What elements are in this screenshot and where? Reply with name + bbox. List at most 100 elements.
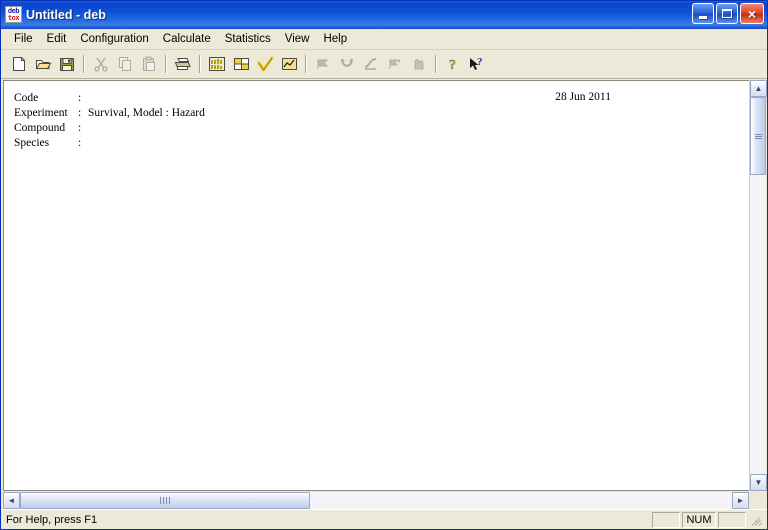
close-icon: × <box>747 5 757 22</box>
menu-item-calculate[interactable]: Calculate <box>156 31 218 48</box>
menu-item-statistics[interactable]: Statistics <box>218 31 278 48</box>
copy-icon <box>119 57 131 71</box>
document-colon-compound: : <box>78 122 82 134</box>
window-client-area: File Edit Configuration Calculate Statis… <box>1 28 767 529</box>
curve-u-icon <box>340 58 353 67</box>
scissors-icon <box>94 57 108 72</box>
document-label-code: Code <box>14 92 39 104</box>
scroll-up-button[interactable]: ▲ <box>750 80 767 97</box>
menu-item-file[interactable]: File <box>7 31 40 48</box>
document-row-experiment: Experiment : Survival, Model : Hazard <box>14 106 739 121</box>
data-text-icon <box>209 57 225 71</box>
scroll-left-button[interactable]: ◄ <box>3 492 20 509</box>
menu-item-help[interactable]: Help <box>316 31 354 48</box>
status-bar: For Help, press F1 NUM <box>1 509 767 529</box>
close-button[interactable]: × <box>740 3 764 24</box>
paste-button[interactable] <box>137 53 161 76</box>
curve-2-button[interactable] <box>335 53 359 76</box>
svg-text:?: ? <box>477 56 483 68</box>
document-content: 28 Jun 2011 Code : Experiment : Survival… <box>14 91 739 151</box>
print-button[interactable] <box>171 53 195 76</box>
toolbar: ? ? <box>1 50 767 79</box>
copy-button[interactable] <box>113 53 137 76</box>
arrow-question-icon: ? <box>470 56 483 70</box>
horizontal-scroll-track[interactable] <box>20 492 732 509</box>
curve-1-button[interactable] <box>311 53 335 76</box>
document-colon-code: : <box>78 92 82 104</box>
horizontal-scrollbar[interactable]: ◄ ► <box>3 492 766 509</box>
save-document-button[interactable] <box>55 53 79 76</box>
maximize-button[interactable] <box>716 3 738 24</box>
caption-buttons: × <box>692 3 764 24</box>
document-label-experiment: Experiment <box>14 107 68 119</box>
curve-3-button[interactable] <box>359 53 383 76</box>
status-pane-1 <box>652 511 680 528</box>
horizontal-scroll-thumb[interactable] <box>20 492 310 509</box>
document-row-code: Code : <box>14 91 739 106</box>
curve-marker-icon <box>389 59 400 69</box>
debtox-app-icon[interactable]: deb tox <box>5 6 22 23</box>
toolbar-separator-1 <box>83 55 85 73</box>
chevron-right-icon: ► <box>736 495 745 505</box>
menu-bar: File Edit Configuration Calculate Statis… <box>1 29 767 50</box>
plot-chart-icon <box>281 58 297 70</box>
checkmark-icon <box>256 55 274 72</box>
document-row: 28 Jun 2011 Code : Experiment : Survival… <box>3 80 767 491</box>
scrollbar-corner <box>749 492 766 509</box>
chevron-left-icon: ◄ <box>7 495 16 505</box>
context-help-button[interactable]: ? <box>465 53 489 76</box>
chevron-up-icon: ▲ <box>754 83 763 93</box>
question-mark-icon: ? <box>449 58 456 72</box>
curve-flag-icon <box>317 59 328 69</box>
curve-wave-icon <box>364 58 376 70</box>
floppy-disk-icon <box>60 58 74 71</box>
app-icon-line2: tox <box>7 13 20 22</box>
document-row-compound: Compound : <box>14 121 739 136</box>
scroll-thumb-grip-icon <box>159 495 171 507</box>
data-text-button[interactable] <box>205 53 229 76</box>
document-value-experiment: Survival, Model : Hazard <box>88 107 205 119</box>
status-message: For Help, press F1 <box>6 513 98 526</box>
scroll-right-button[interactable]: ► <box>732 492 749 509</box>
resize-grip-icon[interactable] <box>749 512 765 528</box>
scroll-down-button[interactable]: ▼ <box>750 474 767 491</box>
menu-item-edit[interactable]: Edit <box>40 31 74 48</box>
vertical-scrollbar[interactable]: ▲ ▼ <box>749 80 767 491</box>
status-pane-3 <box>718 511 746 528</box>
plot-chart-button[interactable] <box>277 53 301 76</box>
document-row-species: Species : <box>14 136 739 151</box>
menu-item-view[interactable]: View <box>278 31 317 48</box>
open-folder-icon <box>35 60 51 69</box>
toolbar-separator-2 <box>165 55 167 73</box>
window-title: Untitled - deb <box>26 7 106 22</box>
svg-text:?: ? <box>449 58 456 72</box>
document-date: 28 Jun 2011 <box>555 91 611 103</box>
status-pane-num: NUM <box>682 511 716 528</box>
menu-item-configuration[interactable]: Configuration <box>73 31 155 48</box>
document-label-species: Species <box>14 137 50 149</box>
curve-5-button[interactable] <box>407 53 431 76</box>
curve-4-button[interactable] <box>383 53 407 76</box>
table-grid-button[interactable] <box>229 53 253 76</box>
new-document-button[interactable] <box>7 53 31 76</box>
cut-button[interactable] <box>89 53 113 76</box>
document-colon-experiment: : <box>78 107 82 119</box>
minimize-icon <box>699 15 707 19</box>
vertical-scroll-thumb[interactable] <box>750 97 766 175</box>
check-model-button[interactable] <box>253 53 277 76</box>
chevron-down-icon: ▼ <box>754 477 763 487</box>
curve-hand-icon <box>414 59 423 70</box>
minimize-button[interactable] <box>692 3 714 24</box>
open-document-button[interactable] <box>31 53 55 76</box>
toolbar-separator-3 <box>199 55 201 73</box>
title-bar[interactable]: deb tox Untitled - deb × <box>1 1 767 28</box>
new-document-icon <box>13 57 25 71</box>
document-page[interactable]: 28 Jun 2011 Code : Experiment : Survival… <box>3 80 749 491</box>
maximize-icon <box>722 9 732 18</box>
document-colon-species: : <box>78 137 82 149</box>
paste-icon <box>143 56 155 71</box>
help-about-button[interactable]: ? <box>441 53 465 76</box>
table-grid-icon <box>233 58 249 70</box>
toolbar-separator-4 <box>305 55 307 73</box>
vertical-scroll-track[interactable] <box>750 97 766 474</box>
